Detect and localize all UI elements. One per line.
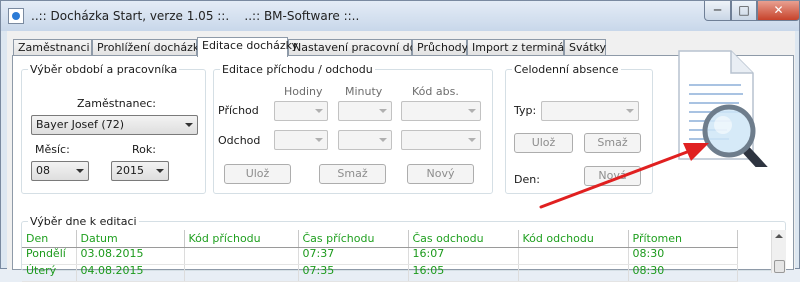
chevron-down-icon <box>76 169 84 173</box>
arrival-hours-select[interactable] <box>274 101 328 121</box>
chevron-down-icon <box>468 109 476 113</box>
absence-type-select[interactable] <box>541 101 639 121</box>
column-header-den[interactable]: Den <box>22 230 77 248</box>
month-select[interactable]: 08 <box>31 161 89 181</box>
departure-label: Odchod <box>218 134 261 147</box>
title-bar: ..:: Docházka Start, verze 1.05 ::. ..::… <box>1 1 800 31</box>
departure-minutes-select[interactable] <box>338 130 392 150</box>
cell-datum: 03.08.2015 <box>76 247 185 265</box>
employee-select-value: Bayer Josef (72) <box>36 118 125 131</box>
table-scrollbar[interactable] <box>771 230 786 273</box>
arrival-minutes-select[interactable] <box>338 101 392 121</box>
column-header-datum[interactable]: Datum <box>76 230 185 248</box>
month-select-value: 08 <box>36 164 50 177</box>
document-magnifier-icon <box>678 50 768 167</box>
scroll-thumb[interactable] <box>774 260 785 273</box>
chevron-down-icon <box>379 138 387 142</box>
chevron-down-icon <box>315 109 323 113</box>
absence-delete-button[interactable]: Smaž <box>584 133 641 153</box>
cell-cas-prichodu: 07:37 <box>298 247 409 265</box>
cell-kod-prichodu <box>184 247 299 265</box>
chevron-down-icon <box>379 109 387 113</box>
day-group-legend: Výběr dne k editaci <box>28 215 139 228</box>
column-header-cas-prichodu[interactable]: Čas příchodu <box>298 230 409 248</box>
tab-editace-dochazky[interactable]: Editace docházky <box>197 37 298 57</box>
cell-den: Pondělí <box>22 247 77 265</box>
day-group: Výběr dne k editaci Den Datum Kód přícho… <box>21 215 786 282</box>
absence-day-label: Den: <box>514 173 540 186</box>
cell-kod-odchodu <box>518 264 629 282</box>
absence-save-button[interactable]: Ulož <box>514 133 573 153</box>
app-icon <box>8 8 24 24</box>
table-header-row: Den Datum Kód příchodu Čas příchodu Čas … <box>22 230 738 248</box>
minutes-header: Minuty <box>345 85 383 98</box>
column-header-kod-odchodu[interactable]: Kód odchodu <box>518 230 629 248</box>
code-header: Kód abs. <box>412 85 459 98</box>
year-select-value: 2015 <box>116 164 144 177</box>
departure-hours-select[interactable] <box>274 130 328 150</box>
tab-prohlizeni-dochazky[interactable]: Prohlížení docházky <box>92 39 205 56</box>
day-table: Den Datum Kód příchodu Čas příchodu Čas … <box>22 230 738 282</box>
edit-group: Editace příchodu / odchodu Hodiny Minuty… <box>213 63 493 194</box>
employee-label: Zaměstnanec: <box>77 97 157 110</box>
period-group-legend: Výběr období a pracovníka <box>28 63 180 76</box>
chevron-down-icon <box>468 138 476 142</box>
chevron-down-icon <box>156 169 164 173</box>
edit-group-legend: Editace příchodu / odchodu <box>220 63 375 76</box>
cell-kod-odchodu <box>518 247 629 265</box>
arrival-label: Příchod <box>218 104 259 117</box>
tab-import-z-terminalu[interactable]: Import z terminálu <box>467 39 574 56</box>
absence-group-legend: Celodenní absence <box>512 63 621 76</box>
column-header-pritomen[interactable]: Přítomen <box>628 230 738 248</box>
cell-cas-odchodu: 16:05 <box>408 264 519 282</box>
cell-pritomen: 08:30 <box>628 247 738 265</box>
absence-new-button[interactable]: Nová <box>584 166 641 186</box>
tab-nastaveni-pracovni-doby[interactable]: Nastavení pracovní doby <box>288 39 430 56</box>
cell-datum: 04.08.2015 <box>76 264 185 282</box>
tab-zamestnanci[interactable]: Zaměstnanci <box>13 39 92 56</box>
employee-select[interactable]: Bayer Josef (72) <box>31 115 198 135</box>
period-group: Výběr období a pracovníka Zaměstnanec: B… <box>21 63 206 194</box>
arrival-code-select[interactable] <box>401 101 481 121</box>
month-label: Měsíc: <box>35 143 70 156</box>
chevron-down-icon <box>626 109 634 113</box>
close-button[interactable]: ✕ <box>757 1 800 21</box>
cell-cas-odchodu: 16:07 <box>408 247 519 265</box>
table-row[interactable]: Úterý 04.08.2015 07:35 16:05 08:30 <box>22 264 738 282</box>
edit-new-button[interactable]: Nový <box>407 164 474 184</box>
cell-kod-prichodu <box>184 264 299 282</box>
minimize-button[interactable]: ─ <box>704 1 731 21</box>
maximize-button[interactable]: □ <box>731 1 757 21</box>
tab-svatky[interactable]: Svátky <box>564 39 606 56</box>
column-header-cas-odchodu[interactable]: Čas odchodu <box>408 230 519 248</box>
hours-header: Hodiny <box>284 85 323 98</box>
chevron-down-icon <box>185 123 193 127</box>
table-row[interactable]: Pondělí 03.08.2015 07:37 16:07 08:30 <box>22 247 738 265</box>
window-title: ..:: Docházka Start, verze 1.05 ::. ..::… <box>31 9 360 23</box>
year-label: Rok: <box>132 143 156 156</box>
year-select[interactable]: 2015 <box>111 161 169 181</box>
edit-delete-button[interactable]: Smaž <box>319 164 386 184</box>
edit-save-button[interactable]: Ulož <box>224 164 291 184</box>
departure-code-select[interactable] <box>401 130 481 150</box>
app-window: ..:: Docházka Start, verze 1.05 ::. ..::… <box>0 0 800 282</box>
chevron-down-icon <box>315 138 323 142</box>
cell-den: Úterý <box>22 264 77 282</box>
cell-pritomen: 08:30 <box>628 264 738 282</box>
absence-group: Celodenní absence Typ: Ulož Smaž Den: No… <box>505 63 653 194</box>
column-header-kod-prichodu[interactable]: Kód příchodu <box>184 230 299 248</box>
cell-cas-prichodu: 07:35 <box>298 264 409 282</box>
scroll-up-icon[interactable] <box>775 234 783 238</box>
absence-type-label: Typ: <box>514 104 537 117</box>
tab-pruchody[interactable]: Průchody <box>412 39 468 56</box>
